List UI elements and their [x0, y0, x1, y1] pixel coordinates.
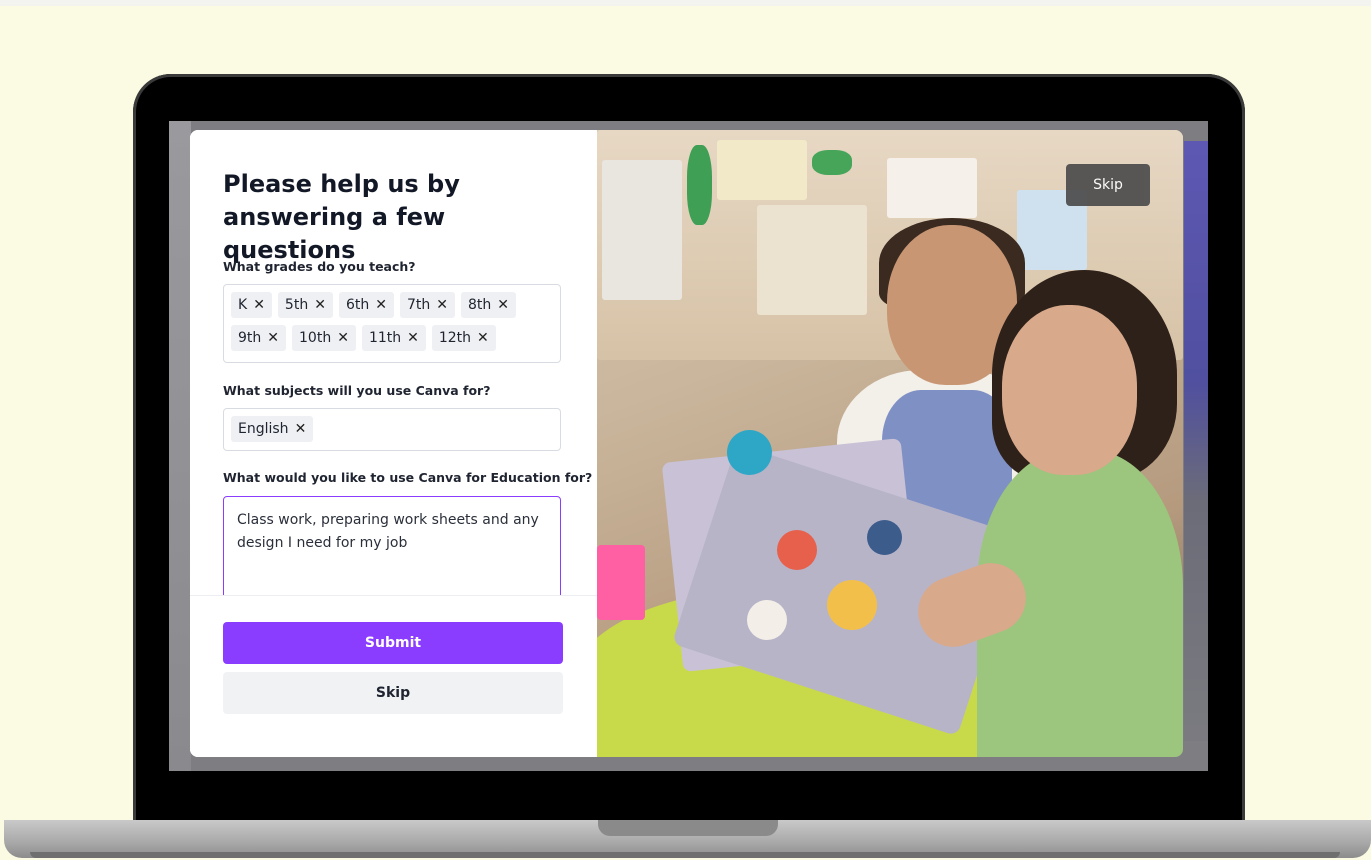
subjects-multiselect[interactable]: English ✕ [223, 408, 561, 451]
grade-chip[interactable]: 11th ✕ [361, 325, 426, 351]
grades-multiselect[interactable]: K ✕ 5th ✕ 6th ✕ 7th ✕ 8th ✕ 9th ✕ 10th ✕ 11th ✕ 12th ✕ [223, 284, 561, 363]
close-icon[interactable]: ✕ [337, 330, 349, 346]
onboarding-modal: Please help us by answering a few questi… [190, 130, 1183, 757]
grades-chip-list: K ✕ 5th ✕ 6th ✕ 7th ✕ 8th ✕ 9th ✕ 10th ✕ 11th ✕ 12th ✕ [224, 285, 560, 358]
photo-cabinet [602, 160, 682, 300]
photo-leaf-1 [687, 145, 712, 225]
photo-skip-button[interactable]: Skip [1066, 164, 1150, 206]
grade-chip-label: 8th [467, 297, 492, 313]
subjects-chip-list: English ✕ [224, 409, 560, 449]
modal-footer: Submit Skip [190, 595, 597, 757]
subject-chip[interactable]: English ✕ [231, 416, 314, 442]
questionnaire-form: Please help us by answering a few questi… [190, 130, 597, 595]
photo-sticker-4 [867, 520, 902, 555]
submit-button[interactable]: Submit [223, 622, 563, 664]
laptop-base-shadow [30, 852, 1340, 858]
use-question-label: What would you like to use Canva for Edu… [223, 470, 593, 485]
grade-chip-label: 5th [284, 297, 309, 313]
grade-chip[interactable]: K ✕ [231, 292, 272, 318]
photo-sticker-2 [777, 530, 817, 570]
grade-chip-label: 9th [238, 330, 262, 346]
laptop-notch [598, 820, 778, 836]
photo-sticker-1 [727, 430, 772, 475]
grade-chip[interactable]: 8th ✕ [460, 292, 516, 318]
grade-chip[interactable]: 6th ✕ [338, 292, 394, 318]
grade-chip-label: K [238, 297, 248, 313]
close-icon[interactable]: ✕ [436, 297, 448, 313]
grade-chip[interactable]: 5th ✕ [277, 292, 333, 318]
use-textarea[interactable]: Class work, preparing work sheets and an… [223, 496, 561, 595]
close-icon[interactable]: ✕ [497, 297, 509, 313]
close-icon[interactable]: ✕ [375, 297, 387, 313]
grade-chip-label: 6th [345, 297, 370, 313]
close-icon[interactable]: ✕ [314, 297, 326, 313]
grade-chip-label: 7th [406, 297, 431, 313]
photo-leaf-2 [812, 150, 852, 175]
photo-sticker-3 [827, 580, 877, 630]
photo-pink-bin [597, 545, 645, 620]
screen-backdrop-right [1184, 141, 1208, 741]
grade-chip[interactable]: 7th ✕ [399, 292, 455, 318]
close-icon[interactable]: ✕ [477, 330, 489, 346]
photo-sticker-5 [747, 600, 787, 640]
subject-chip-label: English [238, 421, 289, 437]
questionnaire-panel: Please help us by answering a few questi… [190, 130, 597, 757]
screen-backdrop-left [169, 121, 191, 771]
close-icon[interactable]: ✕ [407, 330, 419, 346]
page-top-strip [0, 0, 1371, 6]
classroom-photo: Skip [597, 130, 1183, 757]
modal-title: Please help us by answering a few questi… [223, 170, 460, 264]
close-icon[interactable]: ✕ [267, 330, 279, 346]
grade-chip[interactable]: 10th ✕ [292, 325, 356, 351]
photo-poster-1 [717, 140, 807, 200]
skip-button[interactable]: Skip [223, 672, 563, 714]
grade-chip-label: 11th [368, 330, 402, 346]
subjects-question-label: What subjects will you use Canva for? [223, 383, 491, 398]
photo-girl2-face [1002, 305, 1137, 475]
grade-chip[interactable]: 12th ✕ [431, 325, 496, 351]
grade-chip-label: 12th [438, 330, 472, 346]
grade-chip[interactable]: 9th ✕ [231, 325, 287, 351]
grade-chip-label: 10th [299, 330, 332, 346]
photo-poster-3 [757, 205, 867, 315]
photo-poster-2 [887, 158, 977, 218]
close-icon[interactable]: ✕ [295, 421, 307, 437]
grades-question-label: What grades do you teach? [223, 259, 416, 274]
close-icon[interactable]: ✕ [253, 297, 265, 313]
